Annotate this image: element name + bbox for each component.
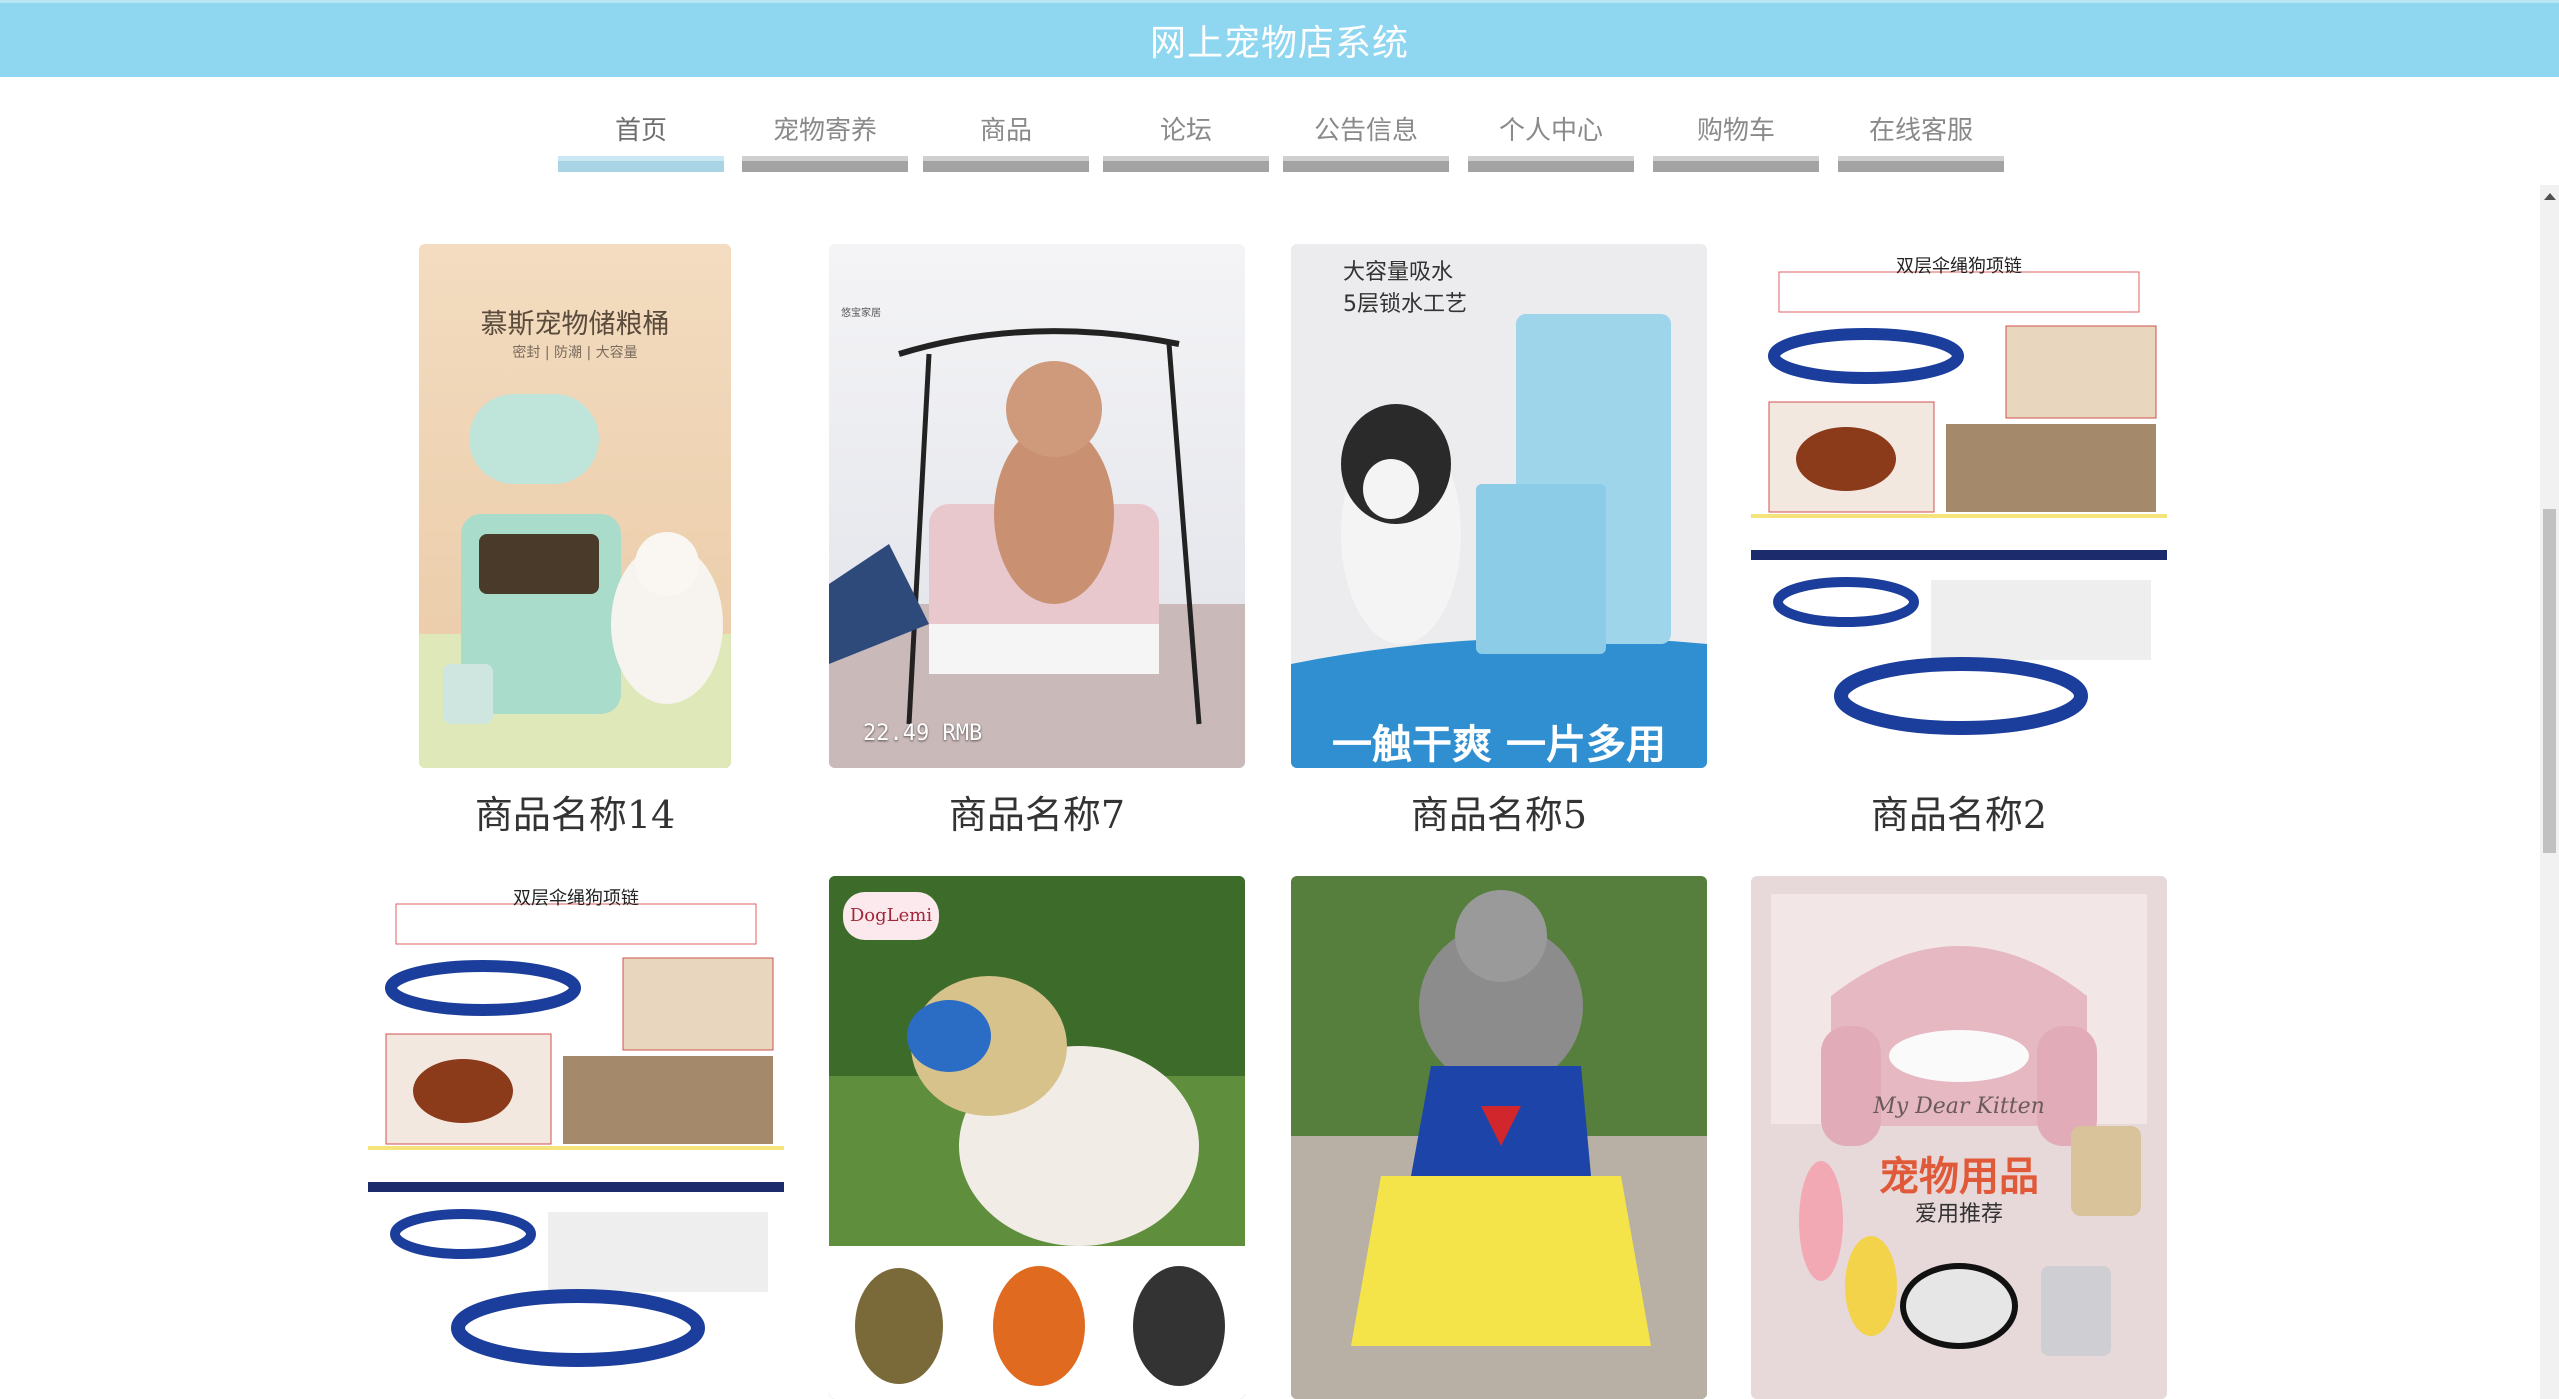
price-overlay: 22.49 RMB <box>863 721 983 746</box>
product-grid: 慕斯宠物储粮桶 密封 | 防潮 | 大容量 商品名称14 22.49 RMB 悠… <box>0 0 2540 1399</box>
product-image[interactable] <box>1291 876 1707 1399</box>
product-card[interactable]: 双层伞绳狗项链 <box>368 876 784 1399</box>
product-image[interactable]: 慕斯宠物储粮桶 密封 | 防潮 | 大容量 <box>419 244 731 768</box>
cat-sofa-illustration <box>1771 894 2147 1356</box>
product-card[interactable] <box>1291 876 1707 1399</box>
product-image[interactable]: 大容量吸水 5层锁水工艺 一触干爽 一片多用 <box>1291 244 1707 768</box>
collar-product-sheet <box>1751 271 2167 735</box>
image-headline: 双层伞绳狗项链 <box>513 888 639 909</box>
image-subline: 密封 | 防潮 | 大容量 <box>512 345 638 361</box>
product-name[interactable]: 商品名称2 <box>1751 784 2167 839</box>
image-headline: 宠物用品 <box>1879 1154 2039 1200</box>
product-name[interactable]: 商品名称7 <box>829 784 1245 839</box>
product-name[interactable]: 商品名称14 <box>419 784 731 839</box>
training-pads-illustration <box>1291 314 1707 768</box>
image-subline: 爱用推荐 <box>1914 1202 2003 1227</box>
product-image[interactable]: DogLemi <box>829 876 1245 1399</box>
product-image[interactable]: My Dear Kitten 宠物用品 爱用推荐 <box>1751 876 2167 1399</box>
muzzle-illustration <box>829 876 1245 1399</box>
collar-product-sheet <box>368 903 784 1367</box>
image-headline: 慕斯宠物储粮桶 <box>480 309 670 340</box>
slogan-text: 一触干爽 一片多用 <box>1332 722 1666 768</box>
brand-logo-text: 悠宝家居 <box>841 308 881 319</box>
scroll-up-arrow-icon[interactable] <box>2544 193 2556 200</box>
product-card[interactable]: 慕斯宠物储粮桶 密封 | 防潮 | 大容量 商品名称14 <box>419 244 731 844</box>
product-card[interactable]: 大容量吸水 5层锁水工艺 一触干爽 一片多用 商品名称5 <box>1291 244 1707 844</box>
product-card[interactable]: 双层伞绳狗项链 商品名称2 <box>1751 244 2167 844</box>
product-card[interactable]: 22.49 RMB 悠宝家居 商品名称7 <box>829 244 1245 844</box>
product-name[interactable]: 商品名称5 <box>1291 784 1707 839</box>
brand-badge: DogLemi <box>843 892 939 940</box>
image-headline: 双层伞绳狗项链 <box>1896 256 2022 277</box>
feature-line-2: 5层锁水工艺 <box>1343 292 1467 317</box>
product-image[interactable]: 22.49 RMB 悠宝家居 <box>829 244 1245 768</box>
product-card[interactable]: DogLemi <box>829 876 1245 1399</box>
page-scrollbar[interactable] <box>2540 185 2559 1399</box>
product-card[interactable]: My Dear Kitten 宠物用品 爱用推荐 <box>1751 876 2167 1399</box>
poodle-swing-illustration <box>829 328 1245 768</box>
product-image[interactable]: 双层伞绳狗项链 <box>1751 244 2167 768</box>
product-image[interactable]: 双层伞绳狗项链 <box>368 876 784 1399</box>
feature-line-1: 大容量吸水 <box>1343 260 1454 285</box>
script-text: My Dear Kitten <box>1873 1094 2045 1119</box>
scroll-thumb[interactable] <box>2543 509 2556 853</box>
poodle-dress-illustration <box>1291 890 1707 1399</box>
